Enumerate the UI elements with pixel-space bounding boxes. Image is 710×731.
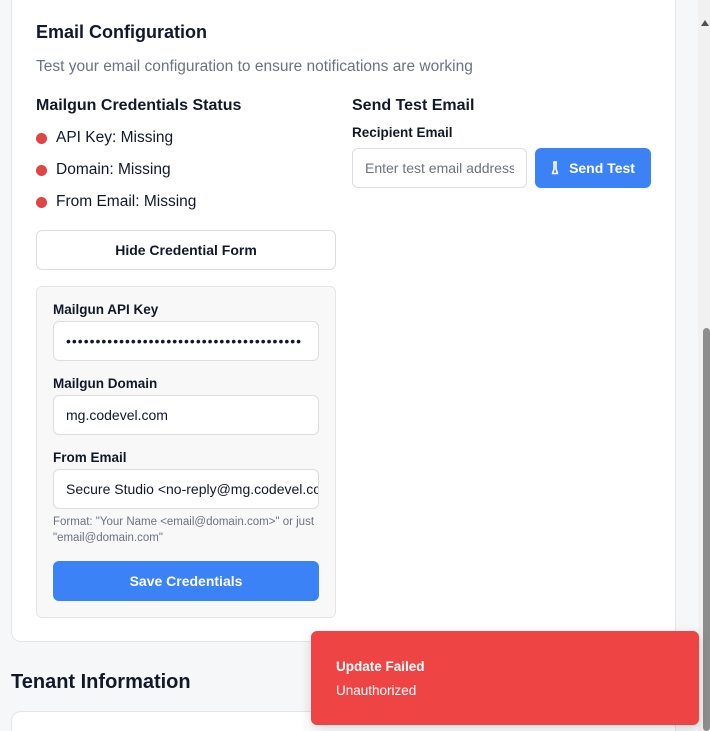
domain-label: Mailgun Domain xyxy=(53,376,158,391)
tenant-info-title: Tenant Information xyxy=(11,671,191,693)
recipient-email-input[interactable] xyxy=(352,148,527,188)
recipient-email-label: Recipient Email xyxy=(352,125,453,140)
section-description: Test your email configuration to ensure … xyxy=(36,58,473,75)
api-key-input[interactable]: •••••••••••••••••••••••••••••••••••••••• xyxy=(53,321,319,361)
status-dot-icon xyxy=(36,164,47,176)
send-test-title: Send Test Email xyxy=(352,97,475,114)
section-title: Email Configuration xyxy=(36,22,207,42)
scroll-up-arrow-icon[interactable] xyxy=(701,20,709,26)
save-credentials-button[interactable]: Save Credentials xyxy=(53,561,319,601)
from-email-label: From Email xyxy=(53,450,127,465)
status-label: API Key: Missing xyxy=(56,129,174,146)
domain-input[interactable]: mg.codevel.com xyxy=(53,395,319,435)
flask-icon xyxy=(551,161,559,175)
status-label: Domain: Missing xyxy=(56,161,171,178)
status-label: From Email: Missing xyxy=(56,193,197,210)
from-email-input[interactable]: Secure Studio <no-reply@mg.codevel.com> xyxy=(53,469,319,509)
toast-title: Update Failed xyxy=(336,659,425,674)
from-email-hint: Format: "Your Name <email@domain.com>" o… xyxy=(53,516,315,544)
status-dot-icon xyxy=(36,132,47,144)
api-key-label: Mailgun API Key xyxy=(53,302,159,317)
toast-message: Unauthorized xyxy=(336,683,417,698)
error-toast[interactable]: Update Failed Unauthorized xyxy=(311,631,699,725)
credentials-status-title: Mailgun Credentials Status xyxy=(36,97,242,114)
send-test-label: Send Test xyxy=(569,160,635,176)
send-test-button[interactable]: Send Test xyxy=(535,148,651,188)
status-dot-icon xyxy=(36,196,47,208)
status-item-api-key: API Key: Missing xyxy=(36,129,173,147)
status-item-domain: Domain: Missing xyxy=(36,161,171,179)
hide-credential-form-button[interactable]: Hide Credential Form xyxy=(36,230,336,270)
status-item-from-email: From Email: Missing xyxy=(36,193,196,211)
scrollbar-thumb[interactable] xyxy=(703,328,710,731)
